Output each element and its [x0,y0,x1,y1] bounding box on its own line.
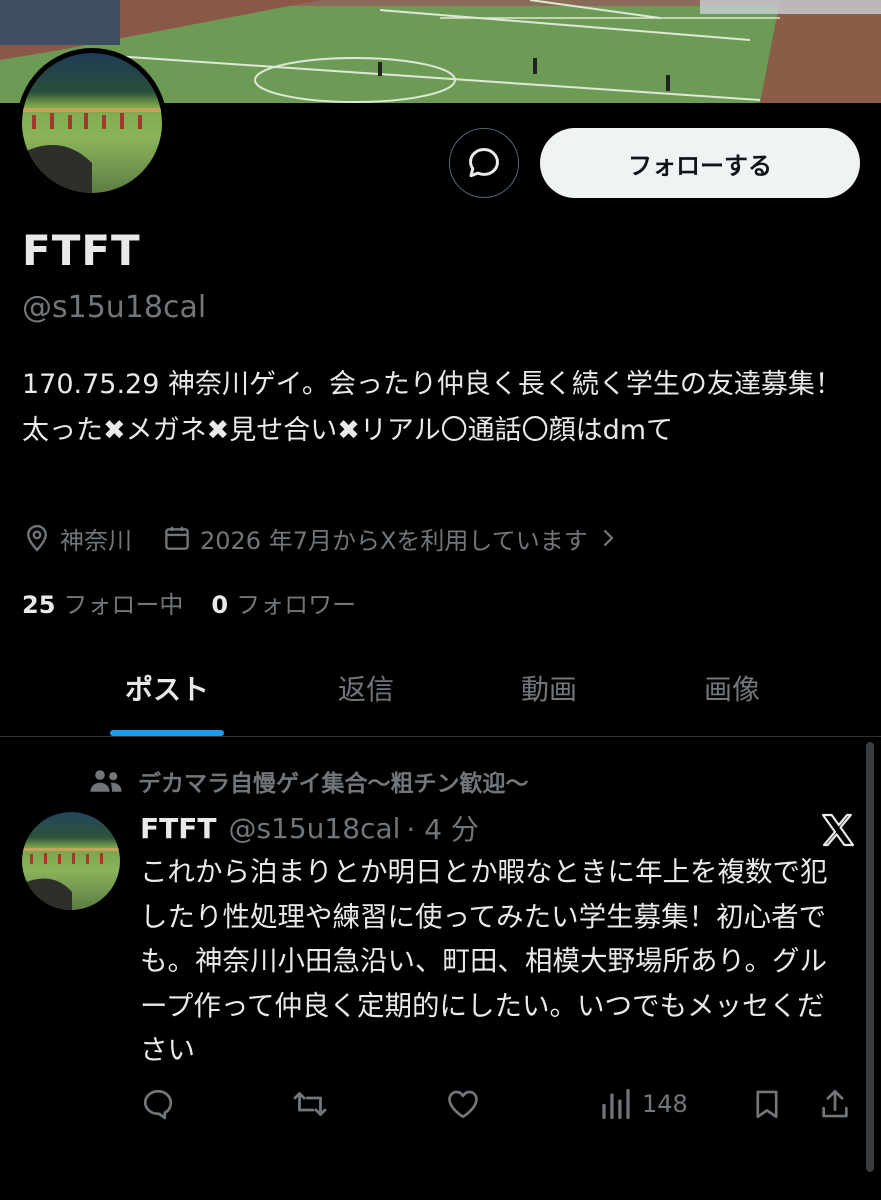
views-count: 148 [642,1090,688,1118]
profile-avatar[interactable] [17,48,167,198]
active-tab-indicator [110,730,224,736]
chevron-right-icon [603,529,613,547]
profile-meta: 神奈川 2026 年7月からXを利用しています [22,520,620,556]
calendar-icon [165,526,189,550]
repost-button[interactable] [290,1086,330,1122]
message-icon [469,148,499,178]
x-logo-icon [821,813,855,847]
bookmark-button[interactable] [750,1086,784,1122]
followers-link[interactable]: 0 フォロワー [211,585,356,620]
followers-label: フォロワー [236,591,357,619]
share-icon [822,1089,848,1118]
user-handle: @s15u18cal [22,290,207,325]
share-button[interactable] [818,1086,852,1122]
tab-posts[interactable]: ポスト [125,668,209,708]
joined-date[interactable]: 2026 年7月からXを利用しています [162,521,620,556]
display-name: FTFT [22,226,141,275]
scrollbar[interactable] [866,742,874,1172]
reply-button[interactable] [140,1086,176,1122]
location-icon [27,524,47,552]
profile-tabs: ポスト 返信 動画 画像 [0,650,881,737]
views-button[interactable]: 148 [598,1086,688,1122]
tab-images[interactable]: 画像 [704,668,760,708]
followers-count: 0 [211,591,229,619]
bookmark-icon [756,1090,778,1119]
tab-replies[interactable]: 返信 [338,668,394,708]
repost-icon [293,1092,327,1116]
profile-bio: 170.75.29 神奈川ゲイ。会ったり仲良く長く続く学生の友達募集！太った✖メ… [22,369,842,446]
post-actions: 148 [140,1086,860,1126]
post-text: これから泊まりとか明日とか暇なときに年上を複数で犯したり性処理や練習に使ってみた… [140,856,828,1066]
community-context[interactable]: デカマラ自慢ゲイ集合〜粗チン歓迎〜 [88,764,529,798]
community-name: デカマラ自慢ゲイ集合〜粗チン歓迎〜 [138,771,529,797]
post-author-avatar[interactable] [22,812,120,910]
avatar-image [22,53,162,193]
tab-videos[interactable]: 動画 [521,668,577,708]
like-button[interactable] [444,1086,482,1122]
post-header: FTFT @s15u18cal · 4 分 [140,808,479,848]
follow-button[interactable]: フォローする [540,128,860,198]
following-link[interactable]: 25 フォロー中 [22,585,183,620]
post-time[interactable]: · 4 分 [406,808,479,848]
joined-text: 2026 年7月からXを利用しています [200,526,588,555]
reply-icon [143,1089,173,1120]
following-label: フォロー中 [63,591,184,619]
location: 神奈川 [22,521,132,556]
follow-stats: 25 フォロー中 0 フォロワー [22,585,356,620]
post-author-handle[interactable]: @s15u18cal [228,812,400,845]
following-count: 25 [22,591,56,619]
message-button[interactable] [449,128,519,198]
post-author-name[interactable]: FTFT [140,812,216,845]
community-icon [90,770,122,792]
like-icon [448,1090,478,1119]
location-text: 神奈川 [60,526,132,555]
views-icon [602,1088,630,1120]
